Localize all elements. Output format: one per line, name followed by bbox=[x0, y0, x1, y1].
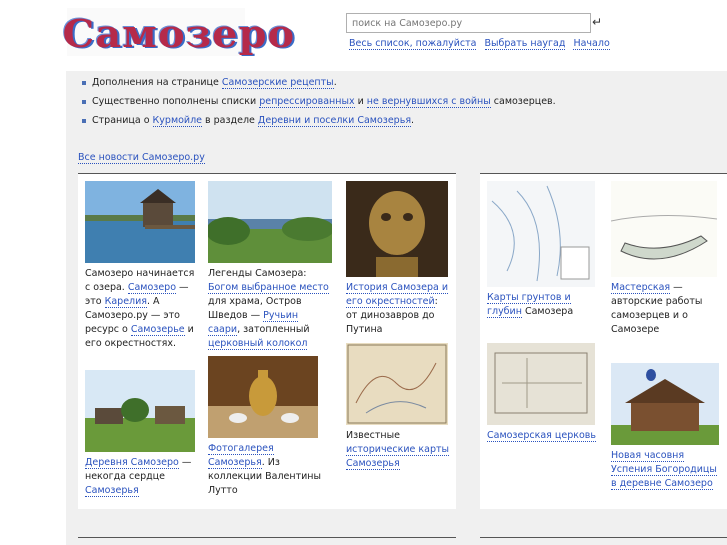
chapel-photo[interactable] bbox=[611, 363, 719, 445]
logo-text: Самозеро bbox=[62, 11, 296, 56]
news-item: Существенно пополнены списки репрессиров… bbox=[82, 96, 556, 108]
feature-card: Самозерская церковь bbox=[487, 343, 602, 443]
news-list: Дополнения на странице Самозерские рецеп… bbox=[82, 77, 556, 134]
lake-house-photo[interactable] bbox=[85, 181, 195, 263]
news-item: Дополнения на странице Самозерские рецеп… bbox=[82, 77, 556, 89]
bullet-icon bbox=[82, 80, 86, 85]
depth-map-image[interactable] bbox=[487, 181, 595, 287]
main-content: Дополнения на странице Самозерские рецеп… bbox=[66, 71, 727, 545]
legend-landscape-photo[interactable] bbox=[208, 181, 332, 263]
chosen-place-link[interactable]: Богом выбранное место bbox=[208, 282, 329, 294]
samozero-link[interactable]: Самозеро bbox=[127, 282, 177, 294]
header: Самозеро ↵ Весь список, пожалуйста Выбра… bbox=[0, 0, 727, 70]
village-link[interactable]: Деревня Самозеро bbox=[85, 457, 179, 469]
random-link[interactable]: Выбрать наугад bbox=[484, 38, 566, 50]
chapel-link[interactable]: Новая часовня Успения Богородицы в дерев… bbox=[611, 450, 717, 490]
village-photo[interactable] bbox=[85, 370, 195, 452]
full-list-link[interactable]: Весь список, пожалуйста bbox=[349, 38, 477, 50]
feature-card: Известные исторические карты Самозерья bbox=[346, 343, 450, 471]
news-item: Страница о Курмойле в разделе Деревни и … bbox=[82, 115, 556, 127]
divider bbox=[78, 537, 456, 538]
all-news-link-wrap: Все новости Самозеро.ру bbox=[78, 152, 205, 164]
historic-maps-link[interactable]: исторические карты Самозерья bbox=[346, 444, 450, 470]
home-link[interactable]: Начало bbox=[573, 38, 610, 50]
karelia-link[interactable]: Карелия bbox=[104, 296, 147, 308]
samovar-photo[interactable] bbox=[208, 356, 318, 438]
feature-card: Легенды Самозера: Богом выбранное место … bbox=[208, 181, 333, 351]
header-nav: Весь список, пожалуйста Выбрать наугад Н… bbox=[349, 38, 615, 50]
feature-card: Деревня Самозеро — некогда сердце Самозе… bbox=[85, 370, 195, 498]
feature-card: Новая часовня Успения Богородицы в дерев… bbox=[611, 363, 723, 491]
feature-card: История Самозера и его окрестностей: от … bbox=[346, 181, 450, 337]
feature-card: Фотогалерея Самозерья. Из коллекции Вале… bbox=[208, 356, 333, 498]
samozerye-link[interactable]: Самозерья bbox=[85, 485, 139, 497]
news-link[interactable]: репрессированных bbox=[259, 96, 355, 108]
workshop-link[interactable]: Мастерская bbox=[611, 282, 671, 294]
news-link[interactable]: Курмойле bbox=[152, 115, 203, 127]
all-news-link[interactable]: Все новости Самозеро.ру bbox=[78, 152, 205, 164]
bronze-head-photo[interactable] bbox=[346, 181, 448, 277]
enter-icon[interactable]: ↵ bbox=[592, 15, 602, 29]
samozerye-link[interactable]: Самозерье bbox=[130, 324, 185, 336]
history-link[interactable]: История Самозера и его окрестностей bbox=[346, 282, 448, 308]
bullet-icon bbox=[82, 99, 86, 104]
feature-card: Карты грунтов и глубин Самозера bbox=[487, 181, 602, 319]
search-input[interactable] bbox=[346, 13, 591, 33]
news-link[interactable]: не вернувшихся с войны bbox=[366, 96, 491, 108]
news-link[interactable]: Самозерские рецепты bbox=[221, 77, 334, 89]
site-logo[interactable]: Самозеро bbox=[63, 8, 294, 56]
divider bbox=[480, 537, 727, 538]
features-panel-right: Карты грунтов и глубин Самозера Мастерск… bbox=[480, 174, 727, 509]
boat-drawing-image[interactable] bbox=[611, 181, 717, 277]
bullet-icon bbox=[82, 118, 86, 123]
features-panel-left: Самозеро начинается с озера. Самозеро — … bbox=[78, 174, 456, 509]
news-link[interactable]: Деревни и поселки Самозерья bbox=[257, 115, 412, 127]
feature-card: Самозеро начинается с озера. Самозеро — … bbox=[85, 181, 195, 351]
church-link[interactable]: Самозерская церковь bbox=[487, 430, 596, 442]
church-bell-link[interactable]: церковный колокол bbox=[208, 338, 308, 350]
feature-card: Мастерская — авторские работы самозерцев… bbox=[611, 181, 721, 337]
search-box: ↵ bbox=[346, 13, 602, 33]
historic-map-image[interactable] bbox=[346, 343, 448, 425]
church-plan-image[interactable] bbox=[487, 343, 595, 425]
